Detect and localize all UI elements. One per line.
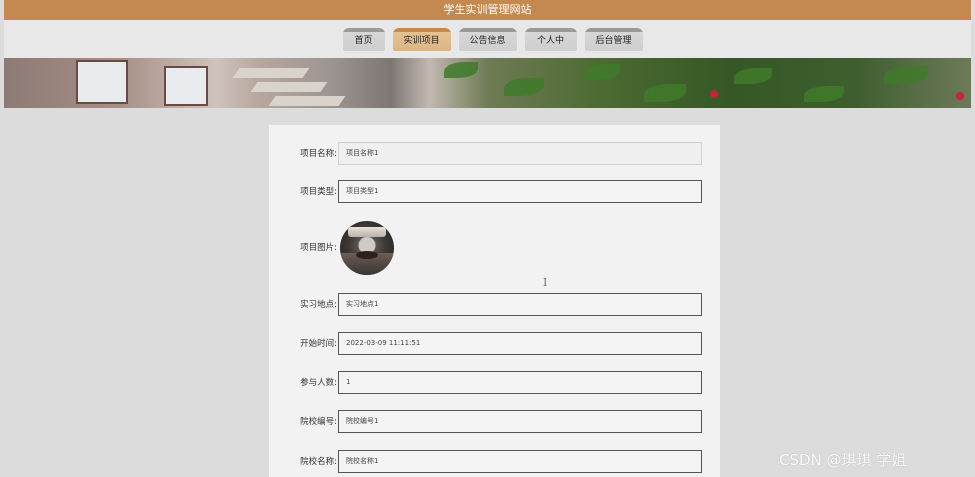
school-name-field[interactable]: 院校名称1 [338, 450, 702, 473]
nav-training-projects[interactable]: 实训项目 [392, 28, 451, 51]
project-image[interactable] [340, 221, 394, 275]
row-start-time: 开始时间: 2022-03-09 11:11:51 [269, 332, 720, 356]
row-location: 实习地点: 实习地点1 [269, 293, 720, 317]
main-nav: 首页 实训项目 公告信息 个人中心 后台管理 [4, 20, 971, 73]
photo-ceiling [348, 227, 386, 237]
site-title: 学生实训管理网站 [4, 0, 971, 20]
start-time-label: 开始时间: [300, 339, 337, 349]
participants-field[interactable]: 1 [338, 371, 702, 394]
banner-flower [956, 92, 964, 100]
row-school-code: 院校编号: 院校编号1 [269, 410, 720, 434]
row-project-image: 项目图片: [269, 221, 720, 277]
participants-label: 参与人数: [300, 378, 337, 388]
banner-stair [268, 96, 346, 106]
row-project-type: 项目类型: 项目类型1 [269, 180, 720, 204]
nav-announcements[interactable]: 公告信息 [458, 28, 517, 51]
banner-window [76, 60, 128, 104]
location-field[interactable]: 实习地点1 [338, 293, 702, 316]
text-cursor-icon: I [543, 276, 548, 289]
project-type-label: 项目类型: [300, 187, 337, 197]
school-code-label: 院校编号: [300, 417, 337, 427]
banner-flower [710, 90, 718, 98]
nav-admin[interactable]: 后台管理 [584, 28, 643, 51]
school-name-label: 院校名称: [300, 457, 337, 467]
nav-personal-center[interactable]: 个人中心 [524, 28, 577, 73]
project-name-label: 项目名称: [300, 149, 337, 159]
page: 学生实训管理网站 首页 实训项目 公告信息 个人中心 后台管理 项目名称: 项目… [0, 0, 975, 477]
banner-leaf [644, 84, 686, 102]
project-image-label: 项目图片: [300, 243, 337, 253]
banner-stair [250, 82, 328, 92]
banner-leaf [444, 62, 478, 78]
banner-leaf [584, 64, 620, 80]
banner-leaf [804, 86, 844, 102]
start-time-field[interactable]: 2022-03-09 11:11:51 [338, 332, 702, 355]
school-code-field[interactable]: 院校编号1 [338, 410, 702, 433]
project-detail-form: 项目名称: 项目名称1 项目类型: 项目类型1 项目图片: 实习地点: 实习地点… [269, 125, 720, 477]
photo-table [356, 251, 378, 259]
banner-leaf [734, 68, 772, 84]
location-label: 实习地点: [300, 300, 337, 310]
banner-window [164, 66, 208, 106]
banner-leaf [504, 78, 544, 96]
project-type-field[interactable]: 项目类型1 [338, 180, 702, 203]
watermark: CSDN @琪琪 学姐 [779, 451, 907, 469]
nav-home[interactable]: 首页 [342, 28, 385, 51]
row-participants: 参与人数: 1 [269, 371, 720, 395]
banner-image [4, 58, 971, 108]
row-project-name: 项目名称: 项目名称1 [269, 142, 720, 166]
banner-stair [232, 68, 310, 78]
banner-leaf [884, 66, 928, 84]
row-school-name: 院校名称: 院校名称1 [269, 450, 720, 474]
project-name-field[interactable]: 项目名称1 [338, 142, 702, 165]
